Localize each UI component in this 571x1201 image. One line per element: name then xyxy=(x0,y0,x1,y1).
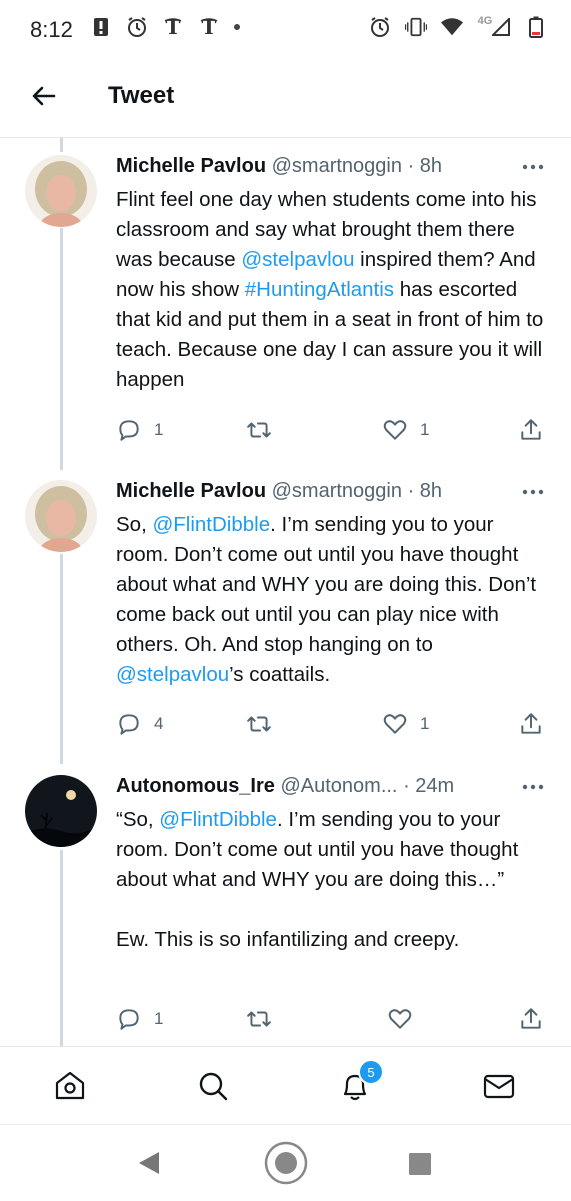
back-arrow-icon xyxy=(32,86,56,106)
tweet-time: · 24m xyxy=(403,775,455,797)
reply-button[interactable]: 1 xyxy=(116,415,163,445)
reply-button[interactable]: 1 xyxy=(116,1004,163,1034)
tweet-actions: 4 1 xyxy=(116,709,556,739)
hashtag-link[interactable]: #HuntingAtlantis xyxy=(245,278,394,301)
tweet-actions: 1 xyxy=(116,1004,556,1034)
system-nav-bar xyxy=(0,1124,571,1201)
tweet-text: “So, @FlintDibble. I’m sending you to yo… xyxy=(116,805,546,955)
messages-icon xyxy=(483,1074,515,1099)
battery-icon xyxy=(525,16,547,38)
more-options-icon[interactable] xyxy=(521,777,545,797)
dot-icon xyxy=(234,24,240,30)
heart-icon xyxy=(388,1009,412,1029)
tweet[interactable]: Autonomous_Ire @Autonom... · 24m “So, @F… xyxy=(0,775,571,1035)
circle-home-icon xyxy=(264,1141,308,1185)
system-back-button[interactable] xyxy=(135,1149,163,1182)
search-icon xyxy=(199,1072,228,1101)
reply-icon xyxy=(119,1009,139,1030)
reply-icon xyxy=(119,420,139,441)
tweet-author-name[interactable]: Michelle Pavlou xyxy=(116,480,266,502)
retweet-icon xyxy=(247,1011,271,1027)
alert-icon xyxy=(90,16,112,38)
share-button[interactable] xyxy=(518,1004,544,1034)
like-button[interactable]: 1 xyxy=(382,415,429,445)
vibrate-icon xyxy=(405,16,427,38)
more-options-icon[interactable] xyxy=(521,482,545,502)
alarm-icon xyxy=(126,16,148,38)
avatar[interactable] xyxy=(25,480,97,552)
bottom-nav: 5 xyxy=(0,1046,571,1125)
alarm-icon xyxy=(369,16,391,38)
nyt-icon: T xyxy=(162,16,184,38)
thread-line xyxy=(60,138,63,152)
tweet-text: So, @FlintDibble. I’m sending you to you… xyxy=(116,510,546,690)
system-recents-button[interactable] xyxy=(408,1152,432,1181)
tweet-text-segment: So, xyxy=(116,513,153,536)
header: Tweet xyxy=(0,60,571,138)
status-icons-left: T T xyxy=(90,16,240,38)
triangle-back-icon xyxy=(139,1152,159,1174)
mention-link[interactable]: @stelpavlou xyxy=(241,248,354,271)
share-icon xyxy=(521,713,541,734)
network-label: 4G xyxy=(477,15,493,27)
tweet-author-handle[interactable]: @smartnoggin xyxy=(272,480,402,502)
signal-icon: 4G xyxy=(477,15,511,38)
mention-link[interactable]: @FlintDibble xyxy=(159,808,277,831)
tweet-author-handle[interactable]: @Autonom... xyxy=(280,775,397,797)
tweet-actions: 1 1 xyxy=(116,415,556,445)
system-home-button[interactable] xyxy=(263,1140,309,1191)
like-count: 1 xyxy=(420,714,430,733)
nav-home[interactable] xyxy=(53,1069,87,1103)
tweet-header: Michelle Pavlou @smartnoggin · 8h xyxy=(116,480,442,503)
tweet-time: · 8h xyxy=(407,155,443,177)
status-bar: 8:12 T T 4G xyxy=(0,0,571,60)
status-icons-right: 4G xyxy=(369,15,547,38)
nav-messages[interactable] xyxy=(482,1069,516,1103)
home-icon xyxy=(55,1071,85,1100)
tweet-text-segment: “So, xyxy=(116,808,160,831)
avatar[interactable] xyxy=(25,155,97,227)
reply-count: 4 xyxy=(154,714,164,733)
tweet-text-segment: ’s coattails. xyxy=(229,663,331,686)
retweet-button[interactable] xyxy=(246,709,284,739)
retweet-button[interactable] xyxy=(246,415,284,445)
nav-search[interactable] xyxy=(196,1069,230,1103)
tweet-author-name[interactable]: Michelle Pavlou xyxy=(116,155,266,177)
reply-button[interactable]: 4 xyxy=(116,709,163,739)
avatar[interactable] xyxy=(25,775,97,847)
tweet[interactable]: Michelle Pavlou @smartnoggin · 8h Flint … xyxy=(0,155,571,465)
share-icon xyxy=(521,1008,541,1029)
status-time: 8:12 xyxy=(30,17,73,42)
tweet-text: Flint feel one day when students come in… xyxy=(116,185,546,395)
tweet[interactable]: Michelle Pavlou @smartnoggin · 8h So, @F… xyxy=(0,480,571,760)
nyt-icon: T xyxy=(198,16,220,38)
like-button[interactable] xyxy=(387,1004,425,1034)
retweet-icon xyxy=(247,716,271,732)
more-options-icon[interactable] xyxy=(521,157,545,177)
share-button[interactable] xyxy=(518,709,544,739)
like-button[interactable]: 1 xyxy=(382,709,429,739)
retweet-icon xyxy=(247,422,271,438)
heart-icon xyxy=(383,714,407,734)
tweet-header: Michelle Pavlou @smartnoggin · 8h xyxy=(116,155,442,178)
like-count: 1 xyxy=(420,420,430,439)
share-button[interactable] xyxy=(518,415,544,445)
heart-icon xyxy=(383,420,407,440)
retweet-button[interactable] xyxy=(246,1004,284,1034)
mention-link[interactable]: @FlintDibble xyxy=(152,513,270,536)
notification-badge: 5 xyxy=(358,1059,384,1085)
wifi-icon xyxy=(441,16,463,38)
tweet-header: Autonomous_Ire @Autonom... · 24m xyxy=(116,775,454,798)
tweet-author-name[interactable]: Autonomous_Ire xyxy=(116,775,275,797)
tweet-author-handle[interactable]: @smartnoggin xyxy=(272,155,402,177)
share-icon xyxy=(521,419,541,440)
reply-count: 1 xyxy=(154,1009,164,1028)
square-recents-icon xyxy=(409,1153,431,1175)
back-button[interactable] xyxy=(30,82,60,112)
reply-icon xyxy=(119,714,139,735)
reply-count: 1 xyxy=(154,420,164,439)
page-title: Tweet xyxy=(108,82,175,109)
tweet-time: · 8h xyxy=(407,480,443,502)
mention-link[interactable]: @stelpavlou xyxy=(116,663,229,686)
